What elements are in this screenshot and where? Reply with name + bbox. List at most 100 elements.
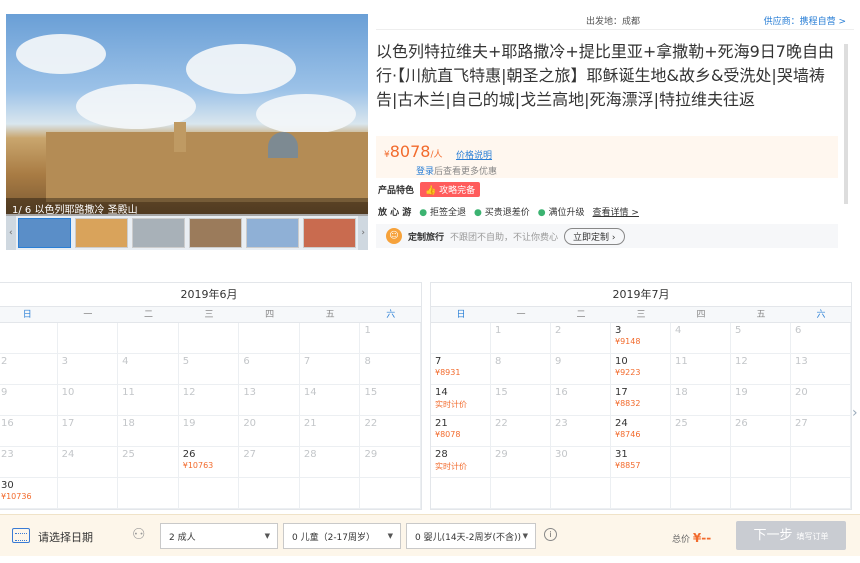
weekday-label: 四 [696,310,706,320]
price-note-link[interactable]: 价格说明 [456,148,492,161]
calendar-day[interactable]: 28 实时计价 [431,447,491,477]
infant-select[interactable]: 0 婴儿(14天-2周岁(不含)) ▼ [406,523,536,549]
login-hint: 登录后查看更多优惠 [416,164,497,177]
calendar-day[interactable]: 24 ¥8746 [611,416,671,446]
calendar-week: 7 ¥8931 8 9 10 ¥9223 11 12 13 [431,354,851,385]
calendar-day: 22 [360,416,422,446]
calendar-day [118,323,179,353]
info-header: 出发地：成都 供应商：携程自营 > [376,10,854,30]
calendar-day: 12 [179,385,240,415]
day-number: 12 [182,387,196,398]
day-number: 15 [364,387,378,398]
thumbnail[interactable] [246,218,300,248]
calendar-day: 29 [360,447,422,477]
calendar-day [731,478,791,508]
calendar-icon [12,528,30,543]
day-number: 4 [675,325,682,336]
weekday-header: 日一二三四五六 [431,307,851,323]
thumbnail[interactable] [74,218,128,248]
product-title: 以色列特拉维夫+耶路撒冷+提比里亚+拿撒勒+死海9日7晚自由行·【川航直飞特惠|… [376,42,834,109]
day-number: 26 [182,449,196,460]
calendar-day: 18 [118,416,179,446]
price-box: ¥8078/人 价格说明 登录后查看更多优惠 [376,136,838,178]
day-number: 9 [555,356,562,367]
day-number: 5 [735,325,742,336]
product-hero-image[interactable] [6,14,368,214]
calendar-day [791,478,851,508]
thumbnail[interactable] [189,218,243,248]
weekday-label: 四 [265,310,275,320]
child-select[interactable]: 0 儿童（2-17周岁） ▼ [283,523,401,549]
select-date-label[interactable]: 请选择日期 [38,529,93,545]
calendar-day: 24 [58,447,119,477]
day-number: 14 [435,387,448,398]
day-number: 13 [795,356,808,367]
calendar-day [239,478,300,508]
check-circle-icon: ● [474,208,482,218]
calendar-day[interactable]: 17 ¥8832 [611,385,671,415]
calendar-day[interactable]: 21 ¥8078 [431,416,491,446]
day-number: 5 [182,356,190,367]
people-icon: ⚇ [132,525,146,543]
calendar-day: 23 [0,447,58,477]
calendar-day: 28 [300,447,361,477]
calendar-day: 30 [551,447,611,477]
calendar-week: 14 实时计价 15 16 17 ¥8832 18 19 20 [431,385,851,416]
thumbnail[interactable] [17,218,71,248]
day-number: 30 [555,449,568,460]
feature-tag[interactable]: 👍 攻略完备 [420,182,481,197]
calendar-day: 25 [671,416,731,446]
day-number: 18 [675,387,688,398]
calendar-day[interactable]: 26 ¥10763 [179,447,240,477]
supplier-link[interactable]: 供应商：携程自营 > [764,14,846,27]
day-price: ¥8746 [615,430,641,439]
caret-down-icon: ▼ [387,532,393,540]
chevron-right-icon[interactable]: › [358,216,369,250]
weekday-label: 二 [143,310,153,320]
calendar-day: 8 [491,354,551,384]
day-number: 16 [1,418,14,429]
day-number: 26 [735,418,748,429]
calendar-day[interactable]: 10 ¥9223 [611,354,671,384]
day-number: 23 [555,418,568,429]
thumbnail[interactable] [131,218,186,248]
assure-more-link[interactable]: 查看详情 > [593,205,639,218]
calendar-day [118,478,179,508]
day-number: 2 [555,325,562,336]
chevron-left-icon[interactable]: ‹ [6,216,16,250]
title-scrollbar[interactable] [844,44,848,204]
calendar-day: 17 [58,416,119,446]
day-number: 25 [122,449,135,460]
next-step-button[interactable]: 下一步 填写订单 [736,521,846,550]
day-number: 1 [364,325,371,336]
day-number: 6 [795,325,802,336]
custom-desc: 不跟团不自助，不让你费心 [450,232,559,243]
login-link[interactable]: 登录 [416,167,434,177]
day-price: ¥9223 [615,368,641,377]
chevron-right-icon[interactable]: › [852,405,858,421]
calendar-day [431,478,491,508]
calendar-day[interactable]: 31 ¥8857 [611,447,671,477]
calendar-day[interactable]: 3 ¥9148 [611,323,671,353]
day-number: 11 [122,387,135,398]
calendar-day: 15 [360,385,422,415]
calendar-week: 21 ¥8078 22 23 24 ¥8746 25 26 27 [431,416,851,447]
calendar-day[interactable]: 7 ¥8931 [431,354,491,384]
weekday-header: 日一二三四五六 [0,307,421,323]
calendar-day: 27 [791,416,851,446]
calendar-week: 9 10 11 12 13 14 15 [0,385,422,416]
calendar-day [431,323,491,353]
info-icon[interactable]: i [544,528,557,541]
custom-button[interactable]: 立即定制 › [564,227,625,245]
calendar-day[interactable]: 14 实时计价 [431,385,491,415]
day-number: 1 [495,325,502,336]
day-number: 31 [615,449,628,460]
adult-select[interactable]: 2 成人 ▼ [160,523,278,549]
calendar-day[interactable]: 30 ¥10736 [0,478,58,508]
thumbnail[interactable] [303,218,357,248]
day-number: 23 [1,449,14,460]
weekday-label: 三 [636,310,646,320]
day-number: 24 [615,418,628,429]
day-number: 8 [364,356,371,367]
day-number: 28 [303,449,317,460]
